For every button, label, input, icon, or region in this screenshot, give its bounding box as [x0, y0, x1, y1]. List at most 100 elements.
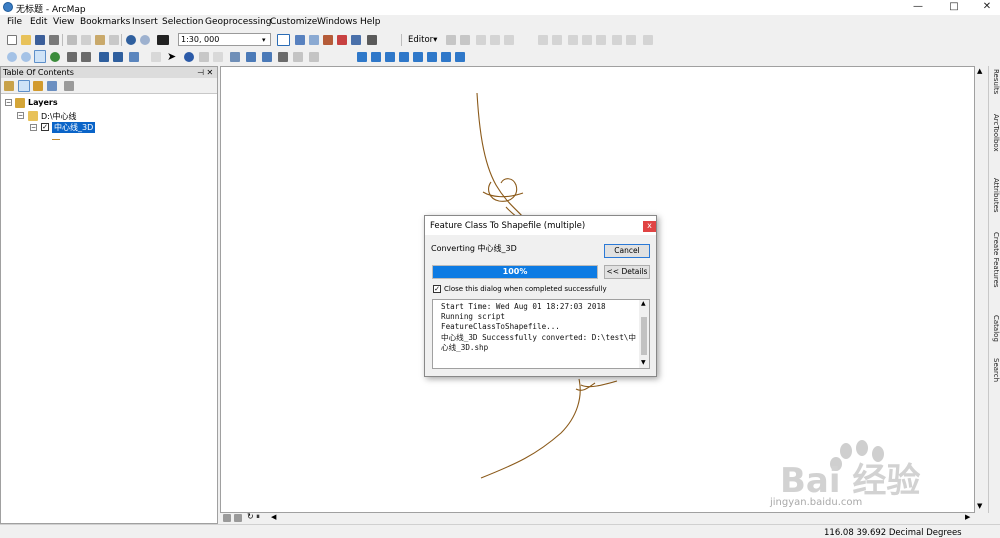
results-tab[interactable]: Results — [990, 69, 1000, 94]
close-when-complete-label[interactable]: Close this dialog when completed success… — [444, 285, 607, 293]
html-popup-icon[interactable] — [213, 52, 223, 62]
undo-icon[interactable] — [126, 35, 136, 45]
log-scroll-down-icon[interactable]: ▼ — [641, 359, 646, 366]
fixed-zoom-out-icon[interactable] — [81, 52, 91, 62]
layout-view-icon[interactable] — [234, 514, 242, 522]
delete-icon[interactable] — [109, 35, 119, 45]
map-horizontal-scrollbar[interactable]: ↻ ⏸ ◀ ▶ — [220, 512, 975, 523]
model-builder-icon[interactable] — [351, 35, 361, 45]
forward-extent-icon[interactable] — [113, 52, 123, 62]
pan-hand-icon[interactable] — [34, 50, 46, 63]
full-extent-icon[interactable] — [50, 52, 60, 62]
scale-dropdown-icon[interactable]: ▾ — [262, 36, 266, 44]
layout-tool-6-icon[interactable] — [427, 52, 437, 62]
add-data-icon[interactable] — [157, 35, 169, 45]
details-toggle-button[interactable]: << Details — [604, 265, 650, 279]
layers-label[interactable]: Layers — [28, 98, 58, 107]
editor-menu[interactable]: Editor▾ — [408, 35, 437, 45]
collapse-layer-icon[interactable]: − — [30, 124, 37, 131]
menu-file[interactable]: File — [7, 17, 22, 27]
find-icon[interactable] — [246, 52, 256, 62]
map-vertical-scrollbar[interactable]: ▲ ▼ — [975, 66, 987, 513]
catalog-tab[interactable]: Catalog — [990, 315, 1000, 342]
clear-selection-icon[interactable] — [151, 52, 161, 62]
scroll-right-icon[interactable]: ▶ — [965, 513, 970, 521]
list-by-visibility-icon[interactable] — [33, 81, 43, 91]
minimize-button[interactable]: — — [906, 0, 930, 14]
scroll-down-icon[interactable]: ▼ — [977, 502, 982, 510]
menu-help[interactable]: Help — [360, 17, 381, 27]
menu-windows[interactable]: Windows — [317, 17, 357, 27]
open-folder-icon[interactable] — [21, 35, 31, 45]
customize-icon[interactable] — [367, 35, 377, 45]
layout-tool-1-icon[interactable] — [357, 52, 367, 62]
python-window-icon[interactable] — [337, 35, 347, 45]
log-scrollbar[interactable]: ▲ ▼ — [639, 300, 649, 368]
list-by-drawing-order-icon[interactable] — [4, 81, 14, 91]
table-icon[interactable] — [295, 35, 305, 45]
zoom-in-icon[interactable] — [7, 52, 17, 62]
copy-icon[interactable] — [81, 35, 91, 45]
catalog-window-icon[interactable] — [309, 35, 319, 45]
attributes-tab[interactable]: Attributes — [990, 178, 1000, 213]
refresh-icon[interactable]: ↻ — [247, 512, 254, 521]
select-features-icon[interactable] — [129, 52, 139, 62]
viewer-window-icon[interactable] — [309, 52, 319, 62]
layer-visibility-checkbox[interactable]: ✓ — [41, 123, 49, 131]
maximize-button[interactable]: □ — [942, 0, 966, 14]
menu-edit[interactable]: Edit — [30, 17, 47, 27]
close-when-complete-checkbox[interactable]: ✓ — [433, 285, 441, 293]
scroll-left-icon[interactable]: ◀ — [271, 513, 276, 521]
log-scroll-thumb[interactable] — [641, 317, 647, 355]
toc-options-icon[interactable] — [64, 81, 74, 91]
menu-view[interactable]: View — [53, 17, 74, 27]
back-extent-icon[interactable] — [99, 52, 109, 62]
list-by-source-icon[interactable] — [18, 80, 30, 92]
create-features-tab[interactable]: Create Features — [990, 232, 1000, 288]
save-icon[interactable] — [35, 35, 45, 45]
menu-selection[interactable]: Selection — [162, 17, 203, 27]
print-icon[interactable] — [49, 35, 59, 45]
pause-drawing-icon[interactable]: ⏸ — [256, 512, 260, 522]
hyperlink-icon[interactable] — [199, 52, 209, 62]
select-elements-icon[interactable]: ➤ — [167, 50, 176, 63]
layout-tool-3-icon[interactable] — [385, 52, 395, 62]
search-tab[interactable]: Search — [990, 358, 1000, 382]
menu-customize[interactable]: Customize — [270, 17, 317, 27]
close-window-button[interactable]: ✕ — [975, 0, 999, 14]
collapse-layers-icon[interactable]: − — [5, 99, 12, 106]
toc-pin-close-icon[interactable]: ⊣ ✕ — [197, 67, 213, 78]
zoom-out-icon[interactable] — [21, 52, 31, 62]
folder-label[interactable]: D:\中心线 — [41, 111, 77, 122]
layout-tool-8-icon[interactable] — [455, 52, 465, 62]
dialog-close-button[interactable]: x — [643, 221, 656, 232]
map-scale-input[interactable]: 1:30, 000 — [178, 33, 271, 46]
measure-icon[interactable] — [230, 52, 240, 62]
arctoolbox-tab[interactable]: ArcToolbox — [990, 114, 1000, 152]
menu-geoprocessing[interactable]: Geoprocessing — [205, 17, 272, 27]
collapse-folder-icon[interactable]: − — [17, 112, 24, 119]
editor-toolbar-icon[interactable] — [277, 34, 290, 46]
layout-tool-5-icon[interactable] — [413, 52, 423, 62]
identify-icon[interactable] — [184, 52, 194, 62]
go-to-xy-icon[interactable] — [278, 52, 288, 62]
toolbox-icon[interactable] — [323, 35, 333, 45]
redo-icon[interactable] — [140, 35, 150, 45]
log-scroll-up-icon[interactable]: ▲ — [641, 300, 646, 307]
scroll-up-icon[interactable]: ▲ — [977, 67, 982, 75]
cancel-button[interactable]: Cancel — [604, 244, 650, 258]
menu-bookmarks[interactable]: Bookmarks — [80, 17, 130, 27]
layer-label-selected[interactable]: 中心线_3D — [52, 122, 96, 133]
data-view-icon[interactable] — [223, 514, 231, 522]
layout-tool-4-icon[interactable] — [399, 52, 409, 62]
find-route-icon[interactable] — [262, 52, 272, 62]
cut-icon[interactable] — [67, 35, 77, 45]
layout-tool-7-icon[interactable] — [441, 52, 451, 62]
new-document-icon[interactable] — [7, 35, 17, 45]
list-by-selection-icon[interactable] — [47, 81, 57, 91]
time-slider-icon[interactable] — [293, 52, 303, 62]
layout-tool-2-icon[interactable] — [371, 52, 381, 62]
fixed-zoom-in-icon[interactable] — [67, 52, 77, 62]
menu-insert[interactable]: Insert — [132, 17, 158, 27]
paste-icon[interactable] — [95, 35, 105, 45]
